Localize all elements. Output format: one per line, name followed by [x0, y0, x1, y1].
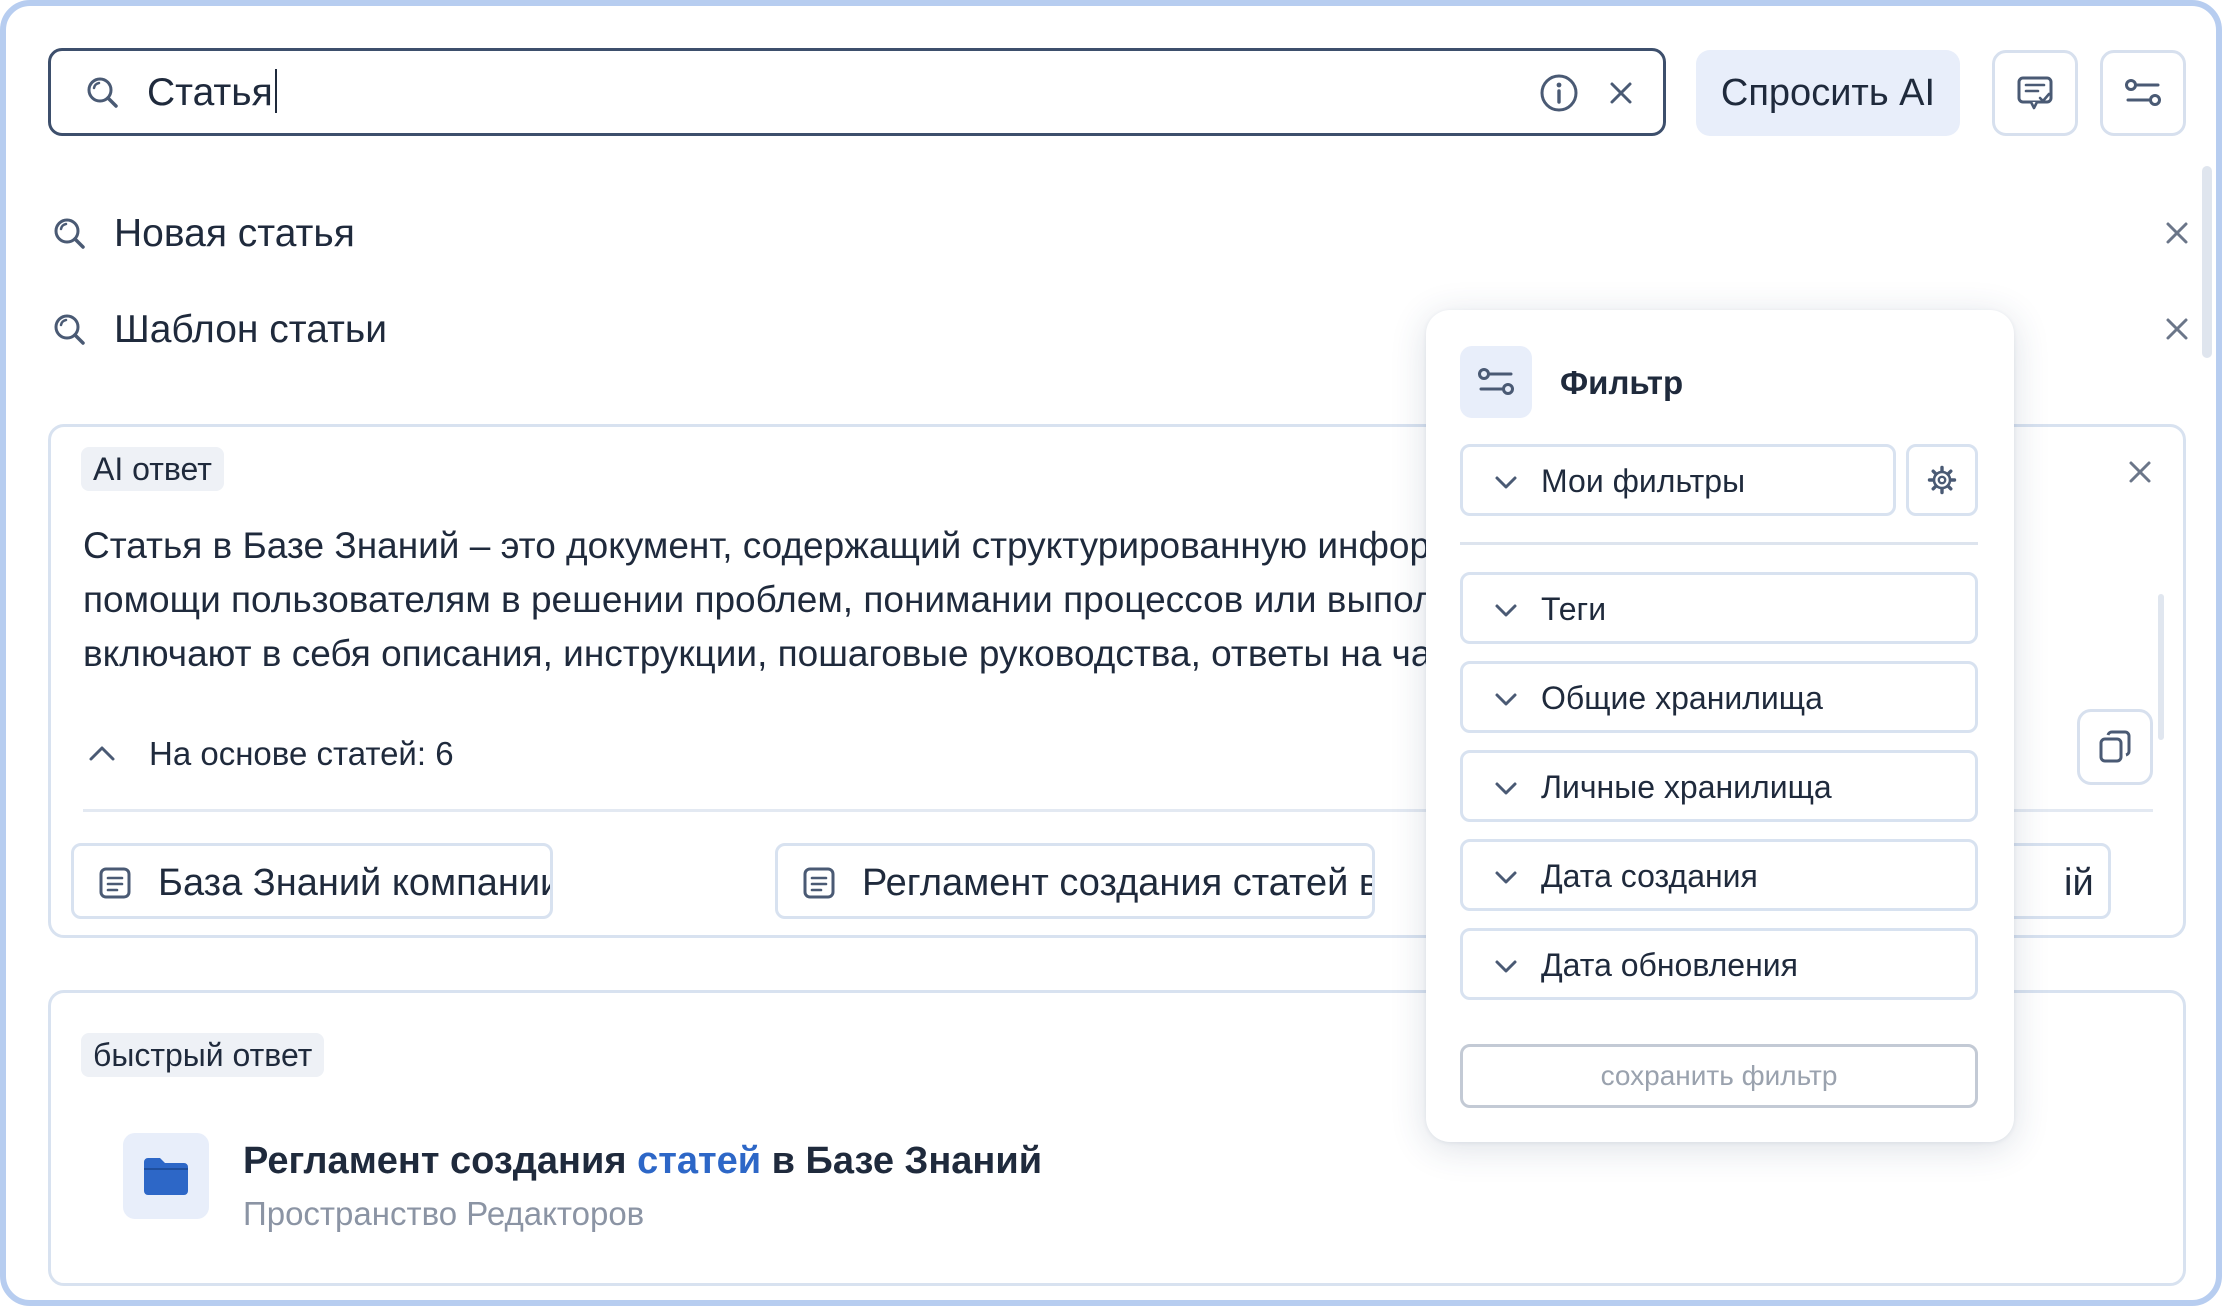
filter-section-shared-storages[interactable]: Общие хранилища — [1460, 661, 1978, 733]
filter-icon — [2125, 79, 2161, 106]
filter-section-label: Личные хранилища — [1541, 769, 1832, 805]
filter-toggle-button[interactable] — [2100, 50, 2186, 136]
info-icon[interactable] — [1539, 73, 1579, 113]
suggestion-item[interactable]: Новая статья — [48, 204, 2188, 264]
clear-search-icon[interactable] — [1607, 79, 1635, 107]
filter-section-tags[interactable]: Теги — [1460, 572, 1978, 644]
copy-icon — [2099, 730, 2131, 763]
ai-answer-scrollbar[interactable] — [2158, 594, 2164, 740]
search-icon — [54, 218, 85, 249]
search-input[interactable]: Статья — [147, 69, 277, 117]
result-title-part: Регламент создания — [243, 1140, 638, 1182]
filter-header-icon-box — [1460, 346, 1532, 418]
close-ai-answer-icon[interactable] — [2127, 459, 2153, 485]
my-filters-dropdown[interactable]: Мои фильтры — [1460, 444, 1896, 516]
checklist-button[interactable] — [1992, 50, 2078, 136]
search-icon — [87, 77, 118, 108]
save-filter-button[interactable]: сохранить фильтр — [1460, 1044, 1978, 1108]
quick-answer-tag: быстрый ответ — [81, 1033, 325, 1077]
source-article-chip[interactable]: База Знаний компании — [71, 843, 553, 919]
copy-answer-button[interactable] — [2077, 709, 2153, 785]
checklist-icon — [2017, 76, 2053, 110]
filter-section-label: Дата создания — [1541, 858, 1758, 894]
search-input-value: Статья — [147, 71, 273, 114]
source-article-chip[interactable]: Регламент создания статей в... — [775, 843, 1375, 919]
chevron-down-icon — [1495, 960, 1517, 973]
gear-icon — [1927, 465, 1957, 495]
chevron-down-icon — [1495, 693, 1517, 706]
filter-section-updated-date[interactable]: Дата обновления — [1460, 928, 1978, 1000]
results-scrollbar[interactable] — [2202, 166, 2212, 358]
suggestion-text: Новая статья — [114, 212, 355, 255]
chevron-down-icon — [1495, 871, 1517, 884]
document-icon — [803, 867, 835, 899]
source-article-title: Регламент создания статей в... — [862, 862, 1375, 904]
my-filters-label: Мои фильтры — [1541, 463, 1746, 499]
sources-count-label: На основе статей: 6 — [149, 735, 454, 772]
divider — [1460, 542, 1978, 545]
source-article-title: База Знаний компании — [158, 862, 553, 904]
filter-popover: Фильтр Мои фильтры Теги Общие хранилища … — [1426, 310, 2014, 1142]
result-space-name: Пространство Редакторов — [243, 1195, 645, 1232]
remove-suggestion-icon[interactable] — [2164, 220, 2190, 246]
filter-section-personal-storages[interactable]: Личные хранилища — [1460, 750, 1978, 822]
remove-suggestion-icon[interactable] — [2164, 316, 2190, 342]
filter-settings-button[interactable] — [1906, 444, 1978, 516]
filter-section-label: Теги — [1541, 591, 1607, 627]
document-icon — [99, 867, 131, 899]
search-icon — [54, 314, 85, 345]
text-caret — [274, 69, 277, 113]
filter-section-label: Общие хранилища — [1541, 680, 1823, 716]
result-icon-box — [123, 1133, 209, 1219]
ask-ai-button[interactable]: Спросить AI — [1696, 50, 1960, 136]
ai-answer-tag: AI ответ — [81, 447, 224, 491]
filter-section-created-date[interactable]: Дата создания — [1460, 839, 1978, 911]
filter-title: Фильтр — [1560, 364, 1684, 401]
source-article-title: ій — [2064, 862, 2094, 904]
suggestion-text: Шаблон статьи — [114, 308, 387, 351]
chevron-down-icon — [1495, 604, 1517, 617]
search-window: Статья Спросить AI Новая статья Шаблон с… — [0, 0, 2222, 1306]
result-title-highlight: статей — [637, 1140, 762, 1182]
result-title-part: в Базе Знаний — [761, 1140, 1043, 1182]
filter-section-label: Дата обновления — [1541, 947, 1798, 983]
result-title-link[interactable]: Регламент создания статей в Базе Знаний — [243, 1137, 1042, 1185]
chevron-up-icon — [89, 746, 115, 761]
chevron-down-icon — [1495, 782, 1517, 795]
filter-icon — [1478, 368, 1514, 395]
folder-icon — [144, 1158, 188, 1195]
search-bar[interactable]: Статья — [48, 48, 1666, 136]
chevron-down-icon — [1495, 476, 1517, 489]
